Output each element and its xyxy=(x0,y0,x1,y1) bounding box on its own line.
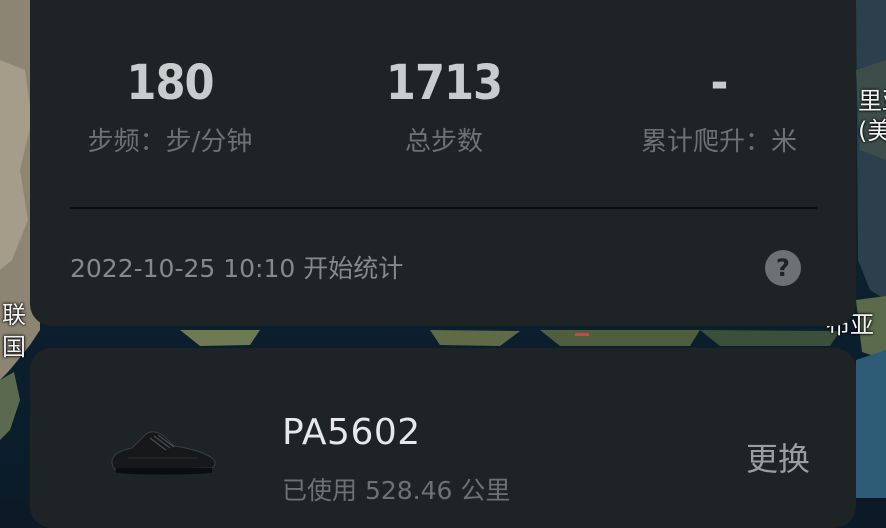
shoe-card[interactable]: PA5602 已使用 528.46 公里 更换 xyxy=(30,348,856,528)
map-label: (美 xyxy=(858,117,886,145)
stat-cadence: 180 步频：步/分钟 xyxy=(40,55,300,157)
start-datetime: 2022-10-25 10:10 xyxy=(70,254,296,283)
start-stat-info: 2022-10-25 10:10 开始统计 xyxy=(70,253,403,285)
stat-label: 总步数 xyxy=(404,127,483,157)
divider xyxy=(70,207,817,209)
shoe-name: PA5602 xyxy=(282,412,421,453)
map-label: 联 xyxy=(2,301,26,329)
change-shoe-button[interactable]: 更换 xyxy=(746,440,810,478)
map-label: 国 xyxy=(2,333,26,361)
stat-value: - xyxy=(710,55,729,111)
stat-label: 步频：步/分钟 xyxy=(87,127,253,157)
help-icon[interactable]: ? xyxy=(765,250,801,286)
shoe-distance: 已使用 528.46 公里 xyxy=(282,476,511,505)
stat-elevation-gain: - 累计爬升：米 xyxy=(589,55,849,157)
map-label: 里亚 xyxy=(858,87,886,115)
stat-value: 1713 xyxy=(385,55,503,111)
stats-card: 180 步频：步/分钟 1713 总步数 - 累计爬升：米 2022-10-25… xyxy=(30,0,856,326)
stat-total-steps: 1713 总步数 xyxy=(314,55,574,157)
start-label: 开始统计 xyxy=(303,254,404,283)
stat-value: 180 xyxy=(126,55,214,111)
stat-label: 累计爬升：米 xyxy=(640,127,797,157)
shoe-icon xyxy=(111,431,216,475)
